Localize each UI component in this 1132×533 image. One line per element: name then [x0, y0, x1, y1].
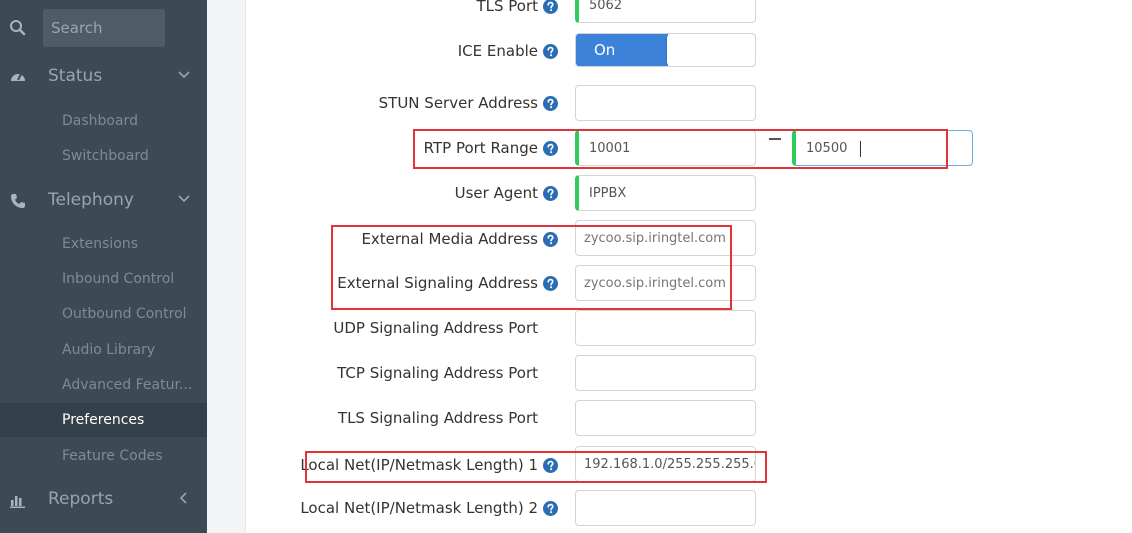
- sidebar-item-preferences[interactable]: Preferences: [0, 403, 207, 437]
- search-icon: [10, 20, 26, 36]
- field-label-text: STUN Server Address: [378, 94, 538, 112]
- rtp-port-range-label: RTP Port Range: [424, 139, 558, 157]
- tls-port-input[interactable]: [575, 0, 756, 23]
- tls-signaling-port-label: TLS Signaling Address Port: [338, 409, 538, 427]
- user-agent-input[interactable]: [575, 175, 756, 211]
- help-icon[interactable]: [543, 501, 558, 516]
- external-signaling-input[interactable]: [575, 265, 756, 301]
- help-icon[interactable]: [543, 276, 558, 291]
- dashboard-gauge-icon: [11, 73, 25, 81]
- sidebar-group-status[interactable]: Status: [0, 62, 207, 92]
- field-label-text: User Agent: [454, 184, 538, 202]
- content-gutter: [207, 0, 245, 533]
- ice-enable-toggle[interactable]: On: [575, 33, 756, 67]
- external-media-label: External Media Address: [361, 230, 558, 248]
- tcp-port-label: TCP Signaling Address Port: [337, 364, 538, 382]
- sidebar: Status Dashboard Switchboard Telephony E…: [0, 0, 207, 533]
- field-label-text: TLS Signaling Address Port: [337, 409, 538, 427]
- field-label-text: ICE Enable: [457, 42, 538, 60]
- sidebar-item-advanced-features[interactable]: Advanced Featur...: [0, 368, 207, 402]
- user-agent-label: User Agent: [455, 184, 558, 202]
- local-net-2-input[interactable]: [575, 490, 756, 526]
- external-signaling-label: External Signaling Address: [337, 274, 558, 292]
- external-media-input[interactable]: [575, 220, 756, 256]
- sidebar-item-outbound-control[interactable]: Outbound Control: [0, 297, 207, 331]
- help-icon[interactable]: [543, 141, 558, 156]
- help-icon[interactable]: [543, 232, 558, 247]
- divider: [245, 0, 246, 533]
- tls-signaling-port-input[interactable]: [575, 400, 756, 436]
- toggle-on-label: On: [576, 34, 668, 66]
- sidebar-group-label: Status: [48, 66, 103, 86]
- help-icon[interactable]: [543, 96, 558, 111]
- field-label-text: External Signaling Address: [337, 274, 538, 292]
- stun-server-label: STUN Server Address: [379, 94, 558, 112]
- bar-chart-icon: [10, 496, 25, 508]
- sidebar-group-reports[interactable]: Reports: [0, 485, 207, 515]
- field-label-text: TLS Port: [476, 0, 538, 15]
- sidebar-item-audio-library[interactable]: Audio Library: [0, 333, 207, 367]
- chevron-down-icon: [178, 71, 190, 79]
- udp-port-input[interactable]: [575, 310, 756, 346]
- help-icon[interactable]: [543, 44, 558, 59]
- sidebar-item-inbound-control[interactable]: Inbound Control: [0, 262, 207, 296]
- local-net-2-label: Local Net(IP/Netmask Length) 2: [300, 499, 558, 517]
- field-label-text: External Media Address: [361, 230, 538, 248]
- tls-port-label: TLS Port: [476, 0, 558, 15]
- chevron-down-icon: [178, 195, 190, 203]
- sidebar-item-feature-codes[interactable]: Feature Codes: [0, 439, 207, 473]
- ice-enable-label: ICE Enable: [458, 42, 558, 60]
- local-net-1-label: Local Net(IP/Netmask Length) 1: [300, 456, 558, 474]
- help-icon[interactable]: [543, 458, 558, 473]
- local-net-1-input[interactable]: [575, 446, 756, 482]
- chevron-left-icon: [179, 492, 187, 504]
- field-label-text: Local Net(IP/Netmask Length) 1: [300, 456, 538, 474]
- rtp-port-from-input[interactable]: [575, 130, 756, 166]
- udp-port-label: UDP Signaling Address Port: [333, 319, 538, 337]
- field-label-text: UDP Signaling Address Port: [333, 319, 538, 337]
- sidebar-group-label: Telephony: [48, 190, 134, 210]
- stun-server-input[interactable]: [575, 85, 756, 121]
- help-icon[interactable]: [543, 0, 558, 14]
- field-label-text: Local Net(IP/Netmask Length) 2: [300, 499, 538, 517]
- range-separator: [769, 138, 781, 140]
- toggle-knob[interactable]: [667, 34, 755, 66]
- sidebar-item-extensions[interactable]: Extensions: [0, 227, 207, 261]
- sidebar-item-dashboard[interactable]: Dashboard: [0, 104, 207, 138]
- tcp-port-input[interactable]: [575, 355, 756, 391]
- field-label-text: TCP Signaling Address Port: [337, 364, 538, 382]
- phone-icon: [11, 194, 25, 208]
- help-icon[interactable]: [543, 186, 558, 201]
- search-input[interactable]: [43, 9, 165, 47]
- text-cursor: [860, 141, 861, 157]
- field-label-text: RTP Port Range: [423, 139, 538, 157]
- sidebar-group-label: Reports: [48, 489, 114, 509]
- sidebar-group-telephony[interactable]: Telephony: [0, 186, 207, 216]
- rtp-port-to-input[interactable]: [792, 130, 947, 166]
- sidebar-search: [0, 9, 207, 49]
- sidebar-item-switchboard[interactable]: Switchboard: [0, 139, 207, 173]
